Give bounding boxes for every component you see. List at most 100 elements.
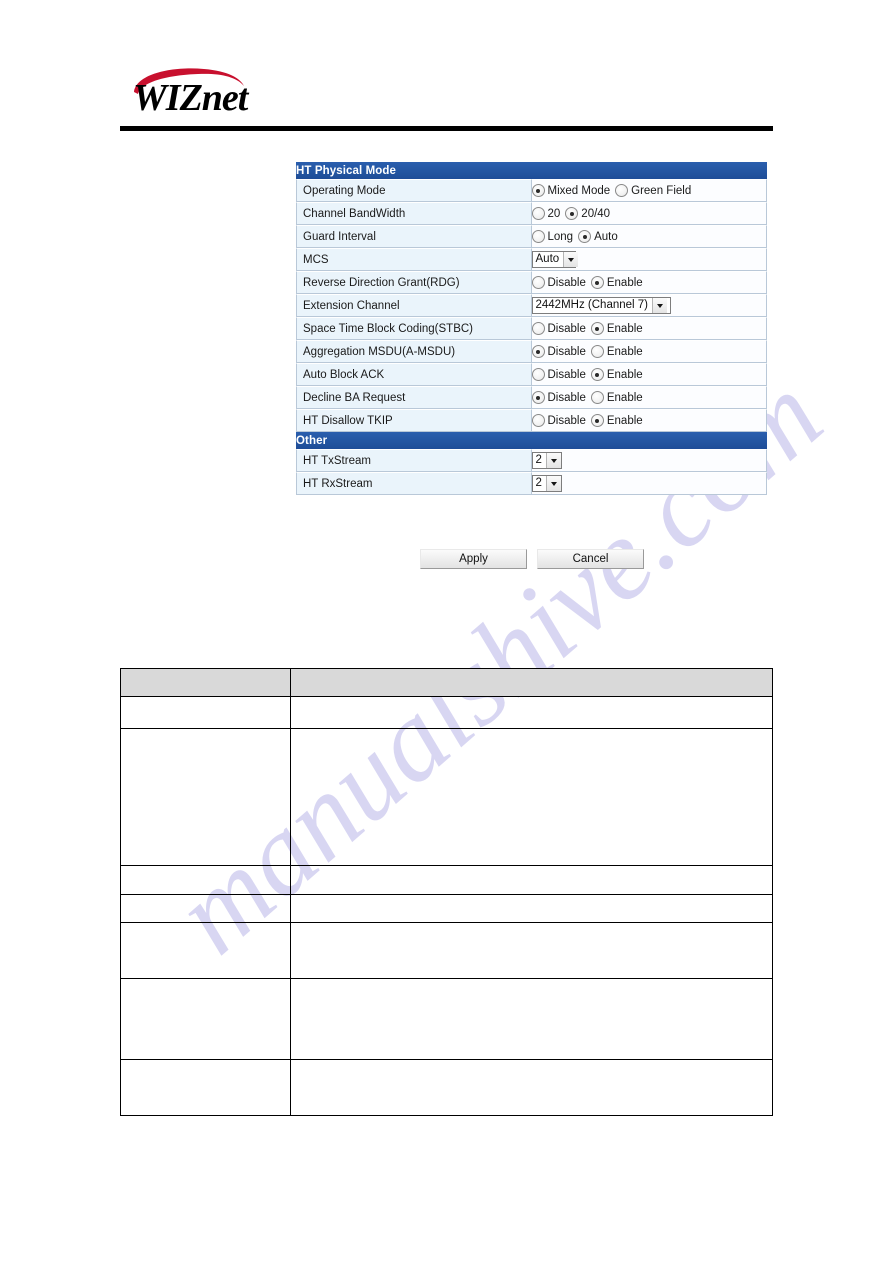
radio-group-reverse-direction-grant[interactable]: Disable Enable (531, 276, 643, 289)
row-auto-block-ack: Auto Block ACK Disable Enable (296, 363, 767, 386)
radio-operating-mode-greenfield[interactable]: Green Field (615, 184, 691, 197)
row-reverse-direction-grant: Reverse Direction Grant(RDG) Disable Ena… (296, 271, 767, 294)
radio-indicator[interactable] (531, 230, 545, 243)
radio-label: Disable (547, 414, 586, 427)
value-operating-mode: Mixed Mode Green Field (531, 179, 767, 202)
wiznet-logo: WIZnet (120, 62, 300, 124)
select-value: 2442MHz (Channel 7) (535, 298, 649, 311)
table-cell-term (120, 894, 291, 923)
radio-tkip-enable[interactable]: Enable (590, 414, 643, 427)
radio-indicator[interactable] (531, 368, 545, 381)
radio-group-amsdu[interactable]: Disable Enable (531, 345, 643, 358)
table-cell-term (120, 1059, 291, 1116)
label-extension-channel: Extension Channel (296, 294, 532, 317)
radio-amsdu-enable[interactable]: Enable (590, 345, 643, 358)
radio-indicator[interactable] (531, 414, 545, 427)
radio-indicator[interactable] (590, 414, 604, 427)
radio-group-operating-mode[interactable]: Mixed Mode Green Field (531, 184, 691, 197)
table-row (120, 978, 773, 1060)
radio-indicator[interactable] (590, 345, 604, 358)
value-stbc: Disable Enable (531, 317, 767, 340)
radio-rdg-disable[interactable]: Disable (531, 276, 586, 289)
radio-operating-mode-mixed[interactable]: Mixed Mode (531, 184, 611, 197)
radio-amsdu-disable[interactable]: Disable (531, 345, 586, 358)
value-guard-interval: Long Auto (531, 225, 767, 248)
radio-indicator[interactable] (531, 207, 545, 220)
table-cell-term (120, 922, 291, 979)
label-ht-disallow-tkip: HT Disallow TKIP (296, 409, 532, 432)
label-amsdu: Aggregation MSDU(A-MSDU) (296, 340, 532, 363)
select-value: Auto (535, 252, 560, 265)
radio-stbc-enable[interactable]: Enable (590, 322, 643, 335)
radio-indicator[interactable] (590, 368, 604, 381)
radio-indicator[interactable] (565, 207, 579, 220)
radio-indicator[interactable] (578, 230, 592, 243)
value-ht-rxstream: 2 (531, 472, 767, 495)
radio-label: 20/40 (581, 207, 611, 220)
value-auto-block-ack: Disable Enable (531, 363, 767, 386)
table-row (120, 922, 773, 979)
table-cell-term (120, 978, 291, 1060)
radio-indicator[interactable] (615, 184, 629, 197)
radio-label: Enable (606, 345, 643, 358)
section-title: HT Physical Mode (296, 162, 767, 179)
radio-indicator[interactable] (590, 322, 604, 335)
radio-indicator[interactable] (590, 391, 604, 404)
select-ht-rxstream[interactable]: 2 (531, 475, 562, 492)
label-channel-bandwidth: Channel BandWidth (296, 202, 532, 225)
radio-label: Mixed Mode (547, 184, 611, 197)
radio-group-channel-bandwidth[interactable]: 20 20/40 (531, 207, 610, 220)
table-cell-description (290, 894, 773, 923)
radio-group-stbc[interactable]: Disable Enable (531, 322, 643, 335)
select-extension-channel[interactable]: 2442MHz (Channel 7) (531, 297, 671, 314)
radio-group-auto-block-ack[interactable]: Disable Enable (531, 368, 643, 381)
radio-indicator[interactable] (531, 276, 545, 289)
cancel-button[interactable]: Cancel (537, 549, 644, 569)
radio-auto-block-ack-enable[interactable]: Enable (590, 368, 643, 381)
radio-channel-bandwidth-20[interactable]: 20 (531, 207, 561, 220)
apply-button[interactable]: Apply (420, 549, 527, 569)
table-cell-description (290, 865, 773, 895)
table-cell-term (120, 728, 291, 866)
row-guard-interval: Guard Interval Long Auto (296, 225, 767, 248)
chevron-down-icon[interactable] (652, 298, 668, 313)
label-guard-interval: Guard Interval (296, 225, 532, 248)
chevron-down-icon[interactable] (545, 476, 561, 491)
select-ht-txstream[interactable]: 2 (531, 452, 562, 469)
radio-indicator[interactable] (531, 391, 545, 404)
radio-decline-ba-enable[interactable]: Enable (590, 391, 643, 404)
radio-tkip-disable[interactable]: Disable (531, 414, 586, 427)
radio-indicator[interactable] (531, 322, 545, 335)
row-ht-disallow-tkip: HT Disallow TKIP Disable Enable (296, 409, 767, 432)
radio-group-guard-interval[interactable]: Long Auto (531, 230, 618, 243)
value-extension-channel: 2442MHz (Channel 7) (531, 294, 767, 317)
radio-label: 20 (547, 207, 561, 220)
radio-label: Green Field (631, 184, 692, 197)
table-row (120, 728, 773, 866)
radio-indicator[interactable] (590, 276, 604, 289)
chevron-down-icon[interactable] (545, 453, 561, 468)
chevron-down-icon[interactable] (563, 252, 579, 267)
radio-group-decline-ba-request[interactable]: Disable Enable (531, 391, 643, 404)
radio-guard-interval-long[interactable]: Long (531, 230, 573, 243)
radio-indicator[interactable] (531, 184, 545, 197)
row-channel-bandwidth: Channel BandWidth 20 20/40 (296, 202, 767, 225)
label-operating-mode: Operating Mode (296, 179, 532, 202)
radio-group-ht-disallow-tkip[interactable]: Disable Enable (531, 414, 643, 427)
select-value: 2 (535, 453, 542, 466)
table-header-cell-1 (120, 668, 291, 697)
radio-channel-bandwidth-2040[interactable]: 20/40 (565, 207, 610, 220)
row-ht-txstream: HT TxStream 2 (296, 449, 767, 472)
table-header-cell-2 (290, 668, 773, 697)
radio-decline-ba-disable[interactable]: Disable (531, 391, 586, 404)
radio-label: Enable (606, 276, 643, 289)
radio-rdg-enable[interactable]: Enable (590, 276, 643, 289)
table-row (120, 1059, 773, 1116)
radio-indicator[interactable] (531, 345, 545, 358)
section-header-other: Other (296, 432, 767, 449)
radio-auto-block-ack-disable[interactable]: Disable (531, 368, 586, 381)
radio-label: Disable (547, 276, 586, 289)
select-mcs[interactable]: Auto (531, 251, 579, 268)
radio-guard-interval-auto[interactable]: Auto (578, 230, 618, 243)
radio-stbc-disable[interactable]: Disable (531, 322, 586, 335)
